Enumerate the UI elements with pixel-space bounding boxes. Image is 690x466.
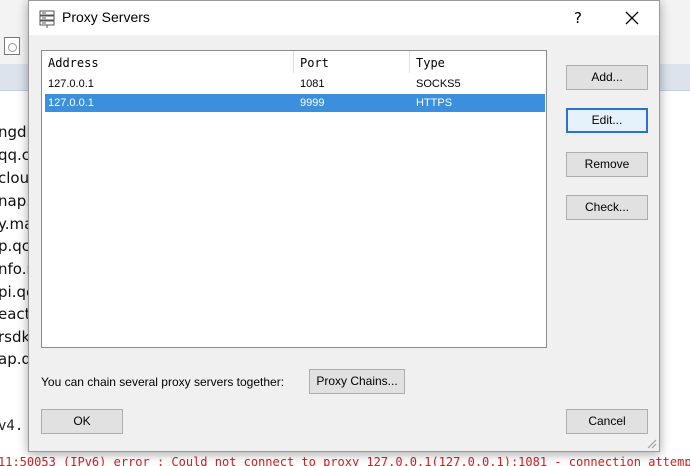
cancel-button[interactable]: Cancel bbox=[566, 409, 648, 434]
proxy-type: HTTPS bbox=[416, 97, 453, 109]
check-button[interactable]: Check... bbox=[566, 195, 648, 220]
ok-button[interactable]: OK bbox=[41, 409, 123, 434]
remove-button[interactable]: Remove bbox=[566, 152, 648, 177]
proxy-row[interactable]: 127.0.0.1 1081 SOCKS5 bbox=[45, 75, 545, 93]
background-error-log: 11:50053 (IPv6) error : Could not connec… bbox=[0, 455, 690, 466]
column-header-type[interactable]: Type bbox=[410, 51, 546, 73]
page-icon[interactable] bbox=[4, 37, 20, 55]
add-button[interactable]: Add... bbox=[566, 65, 648, 90]
proxy-chains-button[interactable]: Proxy Chains... bbox=[309, 369, 405, 394]
proxy-servers-dialog: Proxy Servers ? Address ⌃ Port Type 127.… bbox=[28, 0, 660, 452]
proxy-address: 127.0.0.1 bbox=[48, 78, 94, 90]
proxy-chain-label: You can chain several proxy servers toge… bbox=[41, 375, 285, 389]
sort-ascending-icon: ⌃ bbox=[163, 50, 172, 59]
proxy-list[interactable]: Address ⌃ Port Type 127.0.0.1 1081 SOCKS… bbox=[41, 50, 547, 348]
dialog-title: Proxy Servers bbox=[62, 9, 150, 25]
resize-grip-icon[interactable] bbox=[645, 437, 657, 449]
server-icon bbox=[39, 10, 55, 28]
proxy-type: SOCKS5 bbox=[416, 78, 461, 90]
proxy-list-header: Address ⌃ Port Type bbox=[42, 51, 546, 73]
proxy-port: 9999 bbox=[300, 97, 325, 109]
column-header-port[interactable]: Port bbox=[294, 51, 410, 73]
proxy-row-selected[interactable]: 127.0.0.1 9999 HTTPS bbox=[45, 94, 545, 112]
edit-button[interactable]: Edit... bbox=[566, 108, 648, 133]
proxy-port: 1081 bbox=[300, 78, 325, 90]
proxy-address: 127.0.0.1 bbox=[48, 97, 94, 109]
help-button[interactable]: ? bbox=[565, 5, 591, 31]
close-icon[interactable] bbox=[619, 5, 645, 31]
dialog-titlebar[interactable]: Proxy Servers ? bbox=[29, 1, 659, 35]
